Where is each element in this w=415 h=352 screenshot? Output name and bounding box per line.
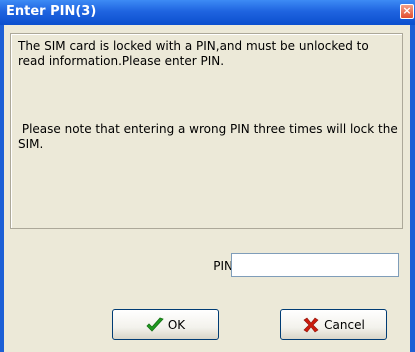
title-bar[interactable]: Enter PIN(3) × xyxy=(0,0,415,25)
checkmark-icon xyxy=(146,317,164,333)
ok-button-label: OK xyxy=(167,317,186,332)
dialog-body: The SIM card is locked with a PIN,and mu… xyxy=(4,25,410,352)
cancel-button[interactable]: Cancel xyxy=(280,309,387,340)
pin-input[interactable] xyxy=(231,253,399,277)
ok-button[interactable]: OK xyxy=(112,309,219,340)
message-locked-text: The SIM card is locked with a PIN,and mu… xyxy=(18,39,369,68)
window-title: Enter PIN(3) xyxy=(6,4,97,19)
pin-dialog-window: Enter PIN(3) × The SIM card is locked wi… xyxy=(0,0,415,352)
message-warning-text: Please note that entering a wrong PIN th… xyxy=(18,122,402,151)
close-icon: × xyxy=(402,4,412,17)
x-mark-icon xyxy=(302,317,320,333)
pin-label: PIN xyxy=(213,259,233,273)
message-panel: The SIM card is locked with a PIN,and mu… xyxy=(10,33,403,229)
close-button[interactable]: × xyxy=(400,4,414,19)
cancel-button-label: Cancel xyxy=(324,317,365,332)
